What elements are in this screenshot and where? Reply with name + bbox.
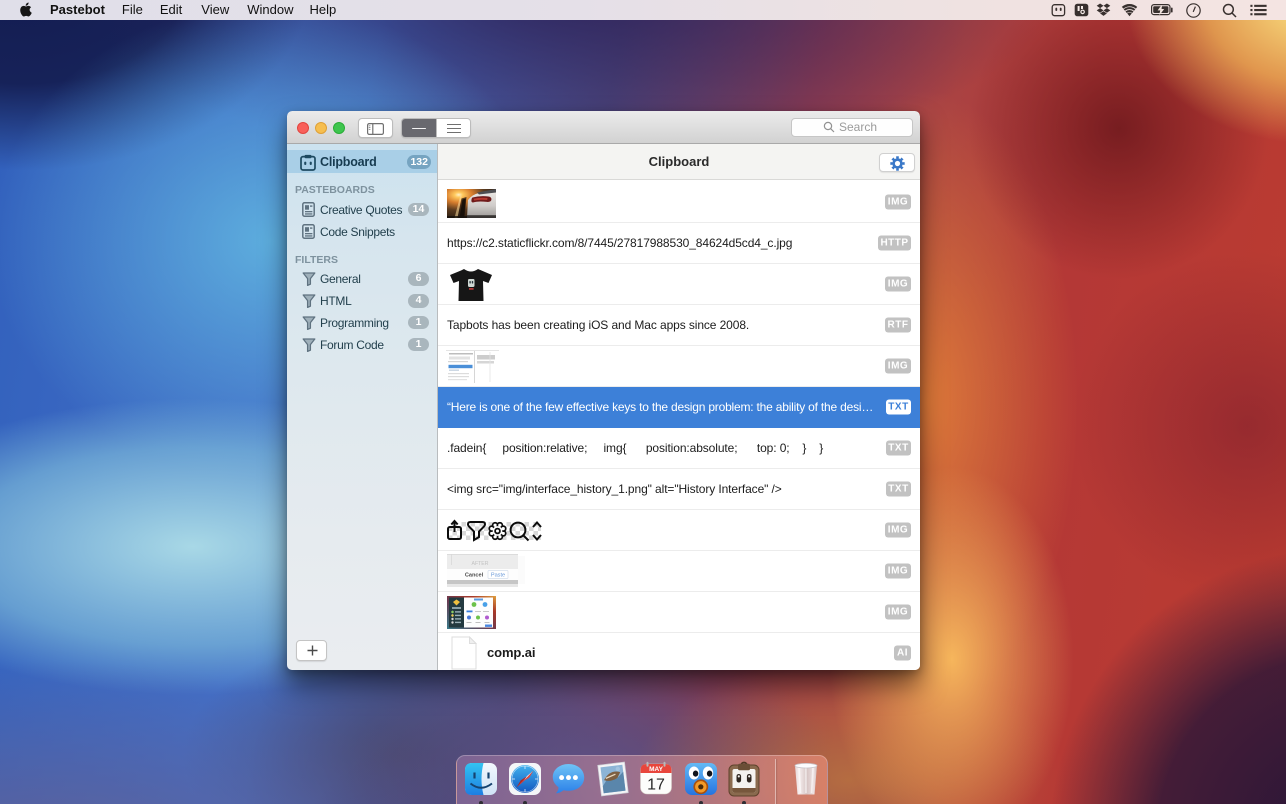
svg-text:Paste: Paste <box>491 573 505 579</box>
svg-text:MAY: MAY <box>649 766 664 773</box>
svg-text:17: 17 <box>647 777 665 794</box>
svg-text:AFTER: AFTER <box>471 561 488 567</box>
svg-text:Cancel: Cancel <box>465 573 484 579</box>
